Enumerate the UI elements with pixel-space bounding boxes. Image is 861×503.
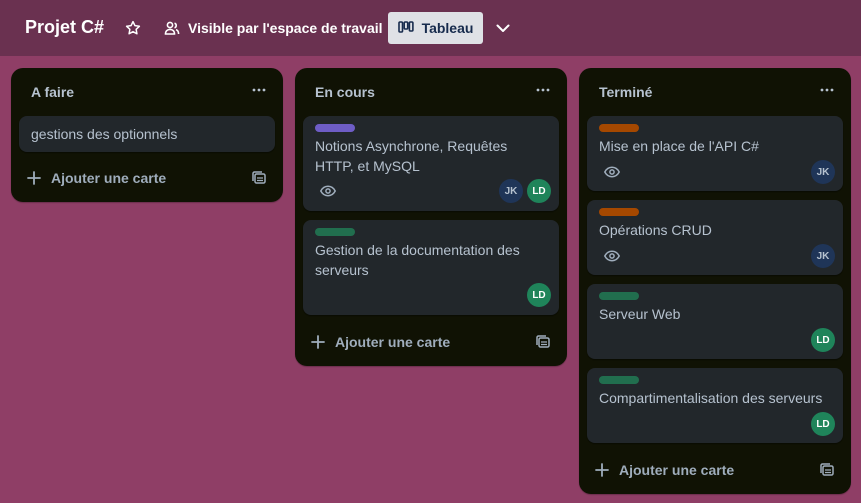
plus-icon xyxy=(595,463,609,477)
board-title[interactable]: Projet C# xyxy=(25,17,104,38)
add-card-button[interactable]: Ajouter une carte xyxy=(311,332,450,352)
list-title[interactable]: Terminé xyxy=(599,84,652,100)
card[interactable]: Notions Asynchrone, Requêtes HTTP, et My… xyxy=(303,116,559,211)
plus-icon xyxy=(27,171,41,185)
avatar[interactable]: LD xyxy=(527,179,551,203)
card-label xyxy=(599,292,639,300)
view-board-button[interactable]: Tableau xyxy=(388,12,483,44)
add-card-button[interactable]: Ajouter une carte xyxy=(27,168,166,188)
card-template-icon[interactable] xyxy=(251,170,267,186)
card-title: Mise en place de l'API C# xyxy=(599,138,759,154)
card-label xyxy=(315,124,355,132)
chevron-down-icon[interactable] xyxy=(494,19,512,37)
card-title: Gestion de la documentation des serveurs xyxy=(315,242,520,278)
card-label xyxy=(599,124,639,132)
add-card-label: Ajouter une carte xyxy=(335,334,451,350)
add-card-button[interactable]: Ajouter une carte xyxy=(595,460,734,480)
avatar[interactable]: LD xyxy=(811,328,835,352)
board-icon xyxy=(397,21,414,33)
card[interactable]: gestions des optionnels xyxy=(19,116,275,152)
visibility-label: Visible par l'espace de travail xyxy=(188,20,383,36)
star-icon[interactable] xyxy=(124,19,142,37)
people-icon xyxy=(164,21,180,35)
card-title: Notions Asynchrone, Requêtes HTTP, et My… xyxy=(315,138,508,174)
list-title[interactable]: A faire xyxy=(31,84,74,100)
more-icon[interactable] xyxy=(251,82,267,98)
card[interactable]: Serveur Web LD xyxy=(587,284,843,359)
add-card-label: Ajouter une carte xyxy=(51,170,167,186)
avatar[interactable]: JK xyxy=(499,179,523,203)
card[interactable]: Gestion de la documentation des serveurs… xyxy=(303,220,559,315)
avatar[interactable]: JK xyxy=(811,160,835,184)
plus-icon xyxy=(311,335,325,349)
more-icon[interactable] xyxy=(819,82,835,98)
card[interactable]: Mise en place de l'API C# JK xyxy=(587,116,843,191)
visibility-button[interactable]: Visible par l'espace de travail xyxy=(164,18,383,38)
card-label xyxy=(599,376,639,384)
card-label xyxy=(315,228,355,236)
card-title: gestions des optionnels xyxy=(31,126,178,142)
avatar[interactable]: LD xyxy=(811,412,835,436)
list-a-faire: A faire gestions des optionnels Ajouter … xyxy=(11,68,283,202)
list-title[interactable]: En cours xyxy=(315,84,375,100)
add-card-label: Ajouter une carte xyxy=(619,462,735,478)
card-title: Compartimentalisation des serveurs xyxy=(599,390,823,406)
eye-icon xyxy=(603,247,621,265)
card-template-icon[interactable] xyxy=(819,462,835,478)
board-header: Projet C# Visible par l'espace de travai… xyxy=(0,0,861,56)
card[interactable]: Opérations CRUD JK xyxy=(587,200,843,275)
eye-icon xyxy=(603,163,621,181)
card-title: Opérations CRUD xyxy=(599,222,712,238)
card-title: Serveur Web xyxy=(599,306,681,322)
card-template-icon[interactable] xyxy=(535,334,551,350)
view-label: Tableau xyxy=(421,20,474,36)
card-label xyxy=(599,208,639,216)
card[interactable]: Compartimentalisation des serveurs LD xyxy=(587,368,843,443)
list-termine: Terminé Mise en place de l'API C# JK Opé… xyxy=(579,68,851,494)
list-en-cours: En cours Notions Asynchrone, Requêtes HT… xyxy=(295,68,567,366)
avatar[interactable]: LD xyxy=(527,283,551,307)
eye-icon xyxy=(319,182,337,200)
more-icon[interactable] xyxy=(535,82,551,98)
avatar[interactable]: JK xyxy=(811,244,835,268)
